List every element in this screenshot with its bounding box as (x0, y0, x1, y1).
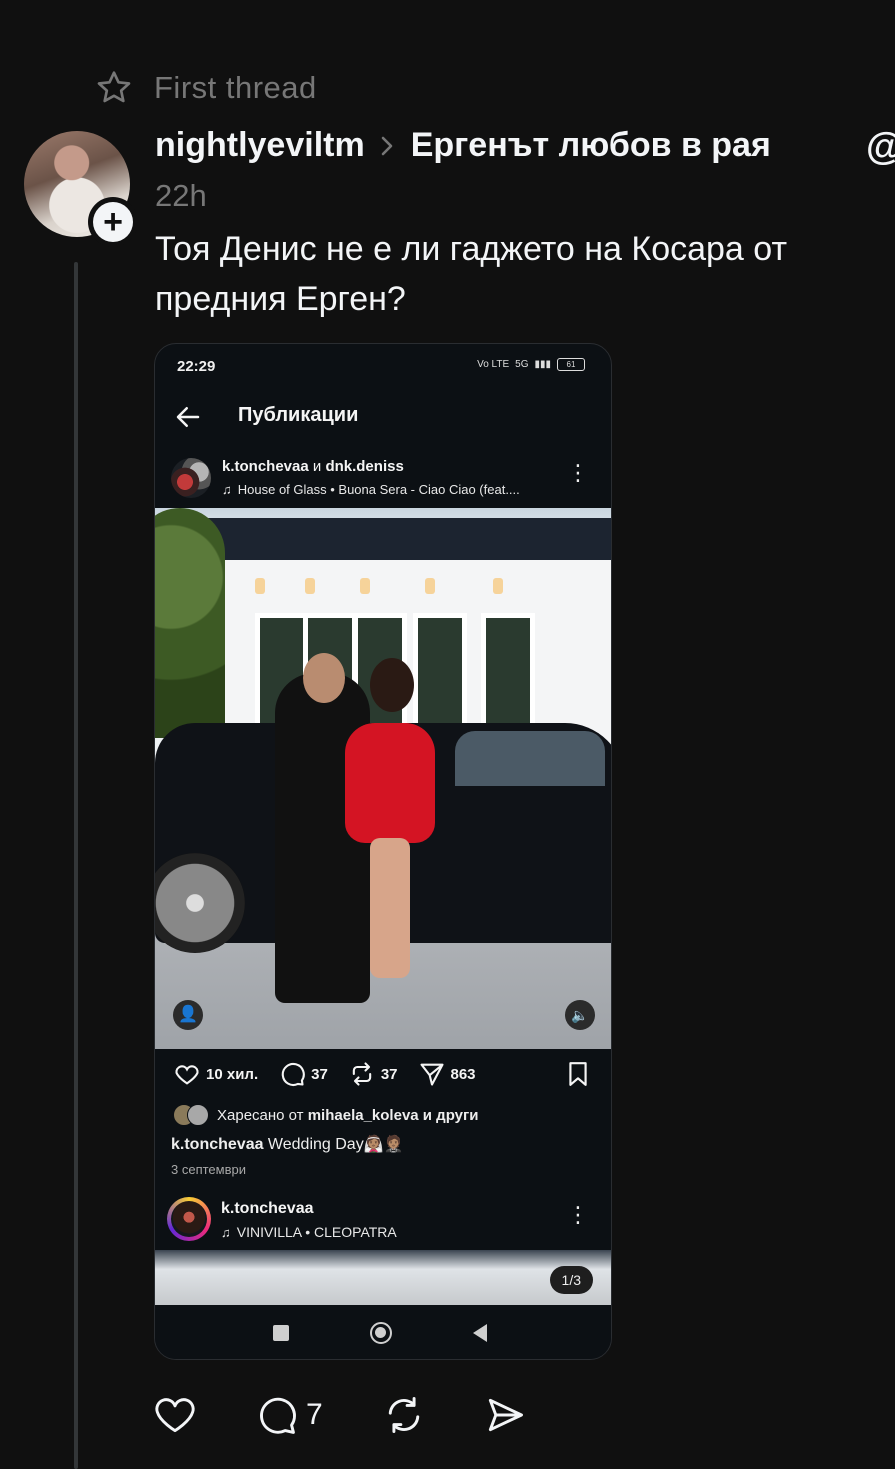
post2-photo[interactable] (155, 1250, 611, 1305)
comment-group[interactable]: 37 (278, 1060, 328, 1088)
recents-icon[interactable] (273, 1325, 289, 1341)
home-icon[interactable] (370, 1322, 392, 1344)
heart-icon[interactable] (173, 1060, 201, 1088)
woman-head (370, 658, 414, 712)
repost-icon[interactable] (382, 1393, 426, 1437)
back-triangle-icon[interactable] (473, 1324, 487, 1342)
liked-by-suffix: и други (418, 1106, 479, 1124)
post2-music-label: VINIVILLA • CLEOPATRA (236, 1224, 397, 1240)
tagged-user-icon[interactable]: 👤 (173, 1000, 203, 1030)
plus-icon: + (93, 202, 133, 242)
red-dress (345, 723, 435, 843)
post2-music[interactable]: ♫ VINIVILLA • CLEOPATRA (221, 1224, 397, 1240)
author-b[interactable]: dnk.deniss (325, 458, 403, 475)
signal-icon: ▮▮▮ (534, 359, 551, 370)
chevron-right-icon (381, 136, 393, 155)
more-options-icon[interactable]: ⋮ (567, 462, 589, 484)
man-head (303, 653, 345, 703)
repost-count: 37 (380, 1065, 398, 1083)
like-button[interactable] (153, 1393, 197, 1437)
first-thread-row: First thread (94, 68, 317, 108)
send-icon[interactable] (418, 1060, 446, 1088)
star-icon[interactable] (94, 68, 134, 108)
post-header: nightlyeviltm Ергенът любов в рая (155, 126, 771, 165)
music-label: House of Glass • Buona Sera - Ciao Ciao … (237, 482, 520, 497)
post-date: 3 септември (171, 1162, 246, 1177)
caption-user[interactable]: k.tonchevaa (171, 1136, 263, 1153)
music-info[interactable]: ♫ House of Glass • Buona Sera - Ciao Cia… (222, 482, 520, 497)
author-a[interactable]: k.tonchevaa (222, 458, 309, 475)
like-count: 10 хил. (206, 1065, 259, 1083)
caption: k.tonchevaa Wedding Day👰🏽🤵🏽 (171, 1134, 404, 1154)
share-group[interactable]: 863 (418, 1060, 476, 1088)
carousel-pager: 1/3 (549, 1266, 593, 1294)
heart-icon[interactable] (153, 1393, 197, 1437)
post-authors[interactable]: k.tonchevaa и dnk.deniss (222, 458, 404, 475)
username[interactable]: nightlyeviltm (155, 126, 365, 165)
community-name[interactable]: Ергенът любов в рая (411, 126, 771, 165)
page-title: Публикации (238, 404, 359, 426)
woman-legs (370, 838, 410, 978)
liked-by-prefix: Харесано от (217, 1106, 308, 1124)
sound-icon[interactable]: 🔈 (565, 1000, 595, 1030)
share-count: 863 (450, 1065, 476, 1083)
post-time: 22h (155, 178, 207, 213)
at-icon[interactable]: @ (866, 126, 895, 169)
story-avatar[interactable] (167, 1197, 211, 1241)
repost-group[interactable]: 37 (348, 1060, 398, 1088)
status-time: 22:29 (177, 358, 216, 375)
liked-by[interactable]: Харесано от mihaela_koleva и други (173, 1104, 478, 1126)
music-note-icon: ♫ (221, 1224, 231, 1240)
android-navbar (155, 1305, 611, 1359)
comment-icon[interactable] (278, 1060, 306, 1088)
repost-button[interactable] (382, 1393, 426, 1437)
liked-by-user[interactable]: mihaela_koleva (308, 1107, 419, 1124)
thread-line (74, 262, 78, 1469)
post-photo[interactable]: 👤 🔈 (155, 508, 611, 1049)
reply-button[interactable]: 7 (254, 1393, 323, 1437)
battery-icon: 61 (557, 358, 585, 371)
comment-count: 37 (311, 1065, 328, 1083)
bookmark-icon[interactable] (565, 1060, 591, 1088)
reply-count: 7 (306, 1398, 323, 1431)
repost-icon[interactable] (348, 1060, 376, 1088)
music-note-icon: ♫ (222, 482, 232, 497)
author-avatar[interactable] (171, 458, 211, 498)
first-thread-label: First thread (154, 70, 317, 105)
caption-text: Wedding Day👰🏽🤵🏽 (263, 1136, 404, 1153)
comment-icon[interactable] (254, 1393, 298, 1437)
follow-button[interactable]: + (88, 197, 138, 247)
more-options-icon[interactable]: ⋮ (567, 1204, 589, 1226)
post2-author[interactable]: k.tonchevaa (221, 1200, 313, 1218)
status-icons: Vo LTE 5G ▮▮▮ 61 (477, 358, 585, 371)
volte-icon: Vo LTE (477, 359, 510, 370)
arrow-left-icon[interactable] (173, 402, 203, 432)
tree (155, 508, 225, 738)
like-group[interactable]: 10 хил. (173, 1060, 258, 1088)
embedded-screenshot[interactable]: 22:29 Vo LTE 5G ▮▮▮ 61 Публикации k.tonc… (154, 343, 612, 1360)
author-joiner: и (308, 458, 326, 475)
share-button[interactable] (483, 1393, 527, 1437)
network-icon: 5G (515, 359, 529, 370)
liker-avatar (187, 1104, 209, 1126)
send-icon[interactable] (483, 1393, 527, 1437)
post-text: Тоя Денис не е ли гаджето на Косара от п… (155, 230, 788, 318)
post-actions: 10 хил. 37 37 863 (173, 1060, 488, 1088)
